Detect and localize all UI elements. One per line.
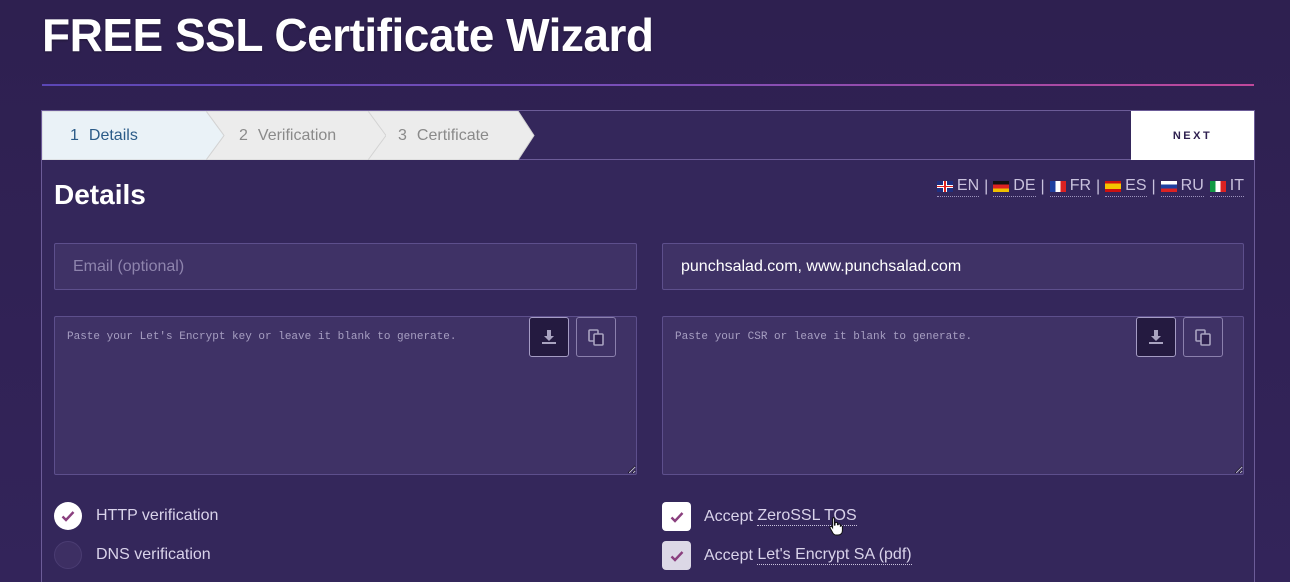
step-label: Certificate: [416, 127, 489, 144]
dns-verification-radio[interactable]: [54, 541, 82, 569]
accept-tos-prefix: Accept: [704, 507, 758, 525]
page: FREE SSL Certificate Wizard 1 Details 2 Ve…: [0, 0, 1290, 582]
download-icon: [542, 330, 556, 344]
letsencrypt-sa-link[interactable]: Let's Encrypt SA (pdf): [757, 546, 912, 565]
http-verification-label: HTTP verification: [96, 507, 219, 524]
lang-separator: |: [1040, 178, 1045, 195]
http-verification-option[interactable]: HTTP verification: [54, 502, 218, 530]
csr-copy-button[interactable]: [1183, 317, 1223, 357]
lang-code: ES: [1125, 177, 1147, 194]
lang-it-link[interactable]: IT: [1209, 177, 1244, 197]
lang-code: FR: [1069, 177, 1092, 194]
step-label: Details: [88, 127, 138, 144]
key-copy-button[interactable]: [576, 317, 616, 357]
language-switcher: EN | DE | FR | ES | RU IT: [936, 177, 1244, 197]
lang-de-link[interactable]: DE: [993, 177, 1036, 197]
dns-verification-option[interactable]: DNS verification: [54, 541, 211, 569]
copy-icon: [1195, 329, 1211, 346]
uk-flag-icon: [936, 180, 953, 192]
step-number: 3: [398, 127, 407, 144]
download-icon: [1149, 330, 1163, 344]
lang-es-link[interactable]: ES: [1105, 177, 1147, 197]
key-download-button[interactable]: [529, 317, 569, 357]
germany-flag-icon: [993, 180, 1010, 192]
lang-code: IT: [1229, 177, 1244, 194]
checkmark-icon: [670, 550, 683, 562]
step-certificate[interactable]: 3 Certificate: [366, 111, 536, 160]
step-verification[interactable]: 2 Verification: [206, 111, 386, 160]
step-details[interactable]: 1 Details: [42, 111, 224, 160]
russia-flag-icon: [1160, 180, 1177, 192]
accept-tos-checkbox[interactable]: [662, 502, 691, 531]
step-label: Verification: [257, 127, 337, 144]
lang-fr-link[interactable]: FR: [1049, 177, 1092, 197]
lang-en-link[interactable]: EN: [936, 177, 980, 197]
dns-verification-label: DNS verification: [96, 546, 211, 563]
step-number: 2: [239, 127, 248, 144]
hand-cursor-icon: [829, 517, 843, 536]
checkmark-icon: [61, 511, 75, 522]
lang-separator: |: [1096, 178, 1101, 195]
lang-code: DE: [1013, 177, 1036, 194]
page-title: FREE SSL Certificate Wizard: [42, 9, 654, 61]
accept-tos-option[interactable]: Accept ZeroSSL TOS: [662, 502, 857, 531]
lang-separator: |: [984, 178, 989, 195]
csr-area-wrapper: [662, 316, 1244, 475]
italy-flag-icon: [1209, 180, 1226, 192]
email-input[interactable]: [54, 243, 637, 290]
wizard-panel: 1 Details 2 Verification 3 Certificate N…: [41, 110, 1255, 582]
domains-input[interactable]: [662, 243, 1244, 290]
copy-icon: [588, 329, 604, 346]
spain-flag-icon: [1105, 180, 1122, 192]
france-flag-icon: [1049, 180, 1066, 192]
lang-code: EN: [956, 177, 980, 194]
key-area-wrapper: [54, 316, 637, 475]
lang-ru-link[interactable]: RU: [1160, 177, 1204, 197]
details-heading: Details: [54, 179, 146, 210]
lang-separator: |: [1151, 178, 1156, 195]
next-button[interactable]: NEXT: [1131, 111, 1254, 160]
wizard-steps: 1 Details 2 Verification 3 Certificate N…: [42, 111, 1254, 160]
checkmark-icon: [670, 511, 683, 523]
lang-code: RU: [1180, 177, 1204, 194]
step-number: 1: [70, 127, 79, 144]
accept-sa-option[interactable]: Accept Let's Encrypt SA (pdf): [662, 541, 912, 570]
accept-sa-prefix: Accept: [704, 546, 758, 564]
title-divider: [42, 84, 1254, 86]
csr-download-button[interactable]: [1136, 317, 1176, 357]
http-verification-radio[interactable]: [54, 502, 82, 530]
accept-sa-checkbox[interactable]: [662, 541, 691, 570]
